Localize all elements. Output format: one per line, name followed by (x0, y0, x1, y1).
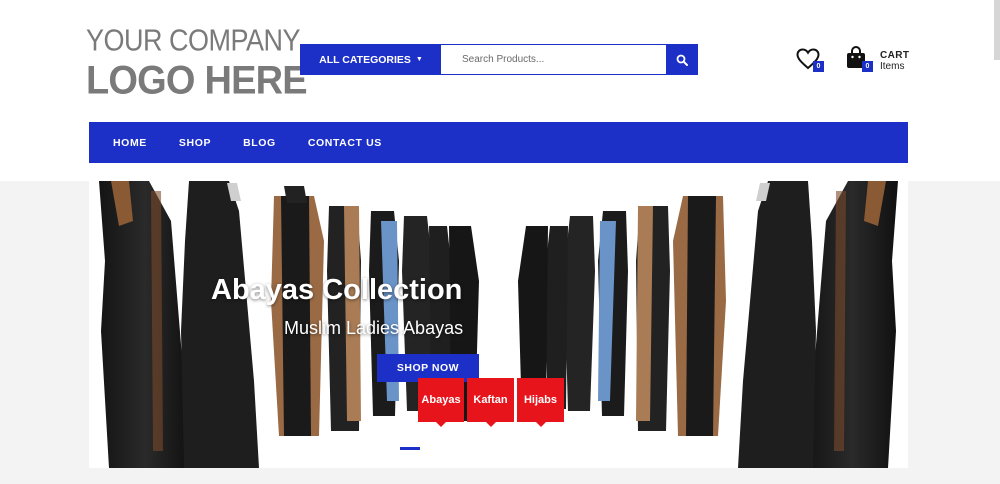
logo-line-2: LOGO HERE (86, 58, 308, 103)
search-icon (676, 54, 688, 66)
abaya-display-image (89, 181, 908, 468)
category-label: ALL CATEGORIES (319, 53, 411, 66)
page: YOUR COMPANY LOGO HERE ALL CATEGORIES ▼ … (0, 0, 1000, 484)
cart-items-label: Items (880, 61, 905, 72)
hero-subtitle: Muslim Ladies Abayas (284, 318, 464, 338)
company-logo[interactable]: YOUR COMPANY LOGO HERE (86, 23, 308, 103)
logo-line-1: YOUR COMPANY (86, 23, 301, 58)
nav-item-shop[interactable]: SHOP (179, 137, 211, 149)
cart-button[interactable]: 0 (845, 46, 873, 72)
main-nav: HOME SHOP BLOG CONTACT US (89, 122, 908, 163)
all-categories-dropdown[interactable]: ALL CATEGORIES ▼ (301, 45, 441, 74)
nav-item-home[interactable]: HOME (113, 137, 147, 149)
scrollbar[interactable] (994, 0, 1000, 60)
wishlist-count-badge: 0 (813, 61, 824, 72)
wishlist-button[interactable]: 0 (796, 48, 824, 72)
tag-kaftan[interactable]: Kaftan (467, 378, 514, 427)
hero-title: Abayas Collection (211, 274, 463, 306)
search-bar: ALL CATEGORIES ▼ (300, 44, 698, 75)
cart-label: CART (880, 50, 910, 61)
search-input[interactable] (441, 45, 666, 74)
caret-down-icon: ▼ (415, 56, 423, 63)
tag-hijabs[interactable]: Hijabs (517, 378, 564, 427)
nav-item-blog[interactable]: BLOG (243, 137, 276, 149)
cart-summary[interactable]: CART Items (880, 50, 909, 72)
tag-abayas[interactable]: Abayas (418, 378, 464, 427)
search-button[interactable] (666, 45, 697, 74)
slider-indicator[interactable] (400, 447, 420, 450)
cart-count-badge: 0 (862, 61, 873, 72)
hero-slider: Abayas Collection Muslim Ladies Abayas S… (89, 181, 908, 468)
nav-item-contact-us[interactable]: CONTACT US (308, 137, 382, 149)
